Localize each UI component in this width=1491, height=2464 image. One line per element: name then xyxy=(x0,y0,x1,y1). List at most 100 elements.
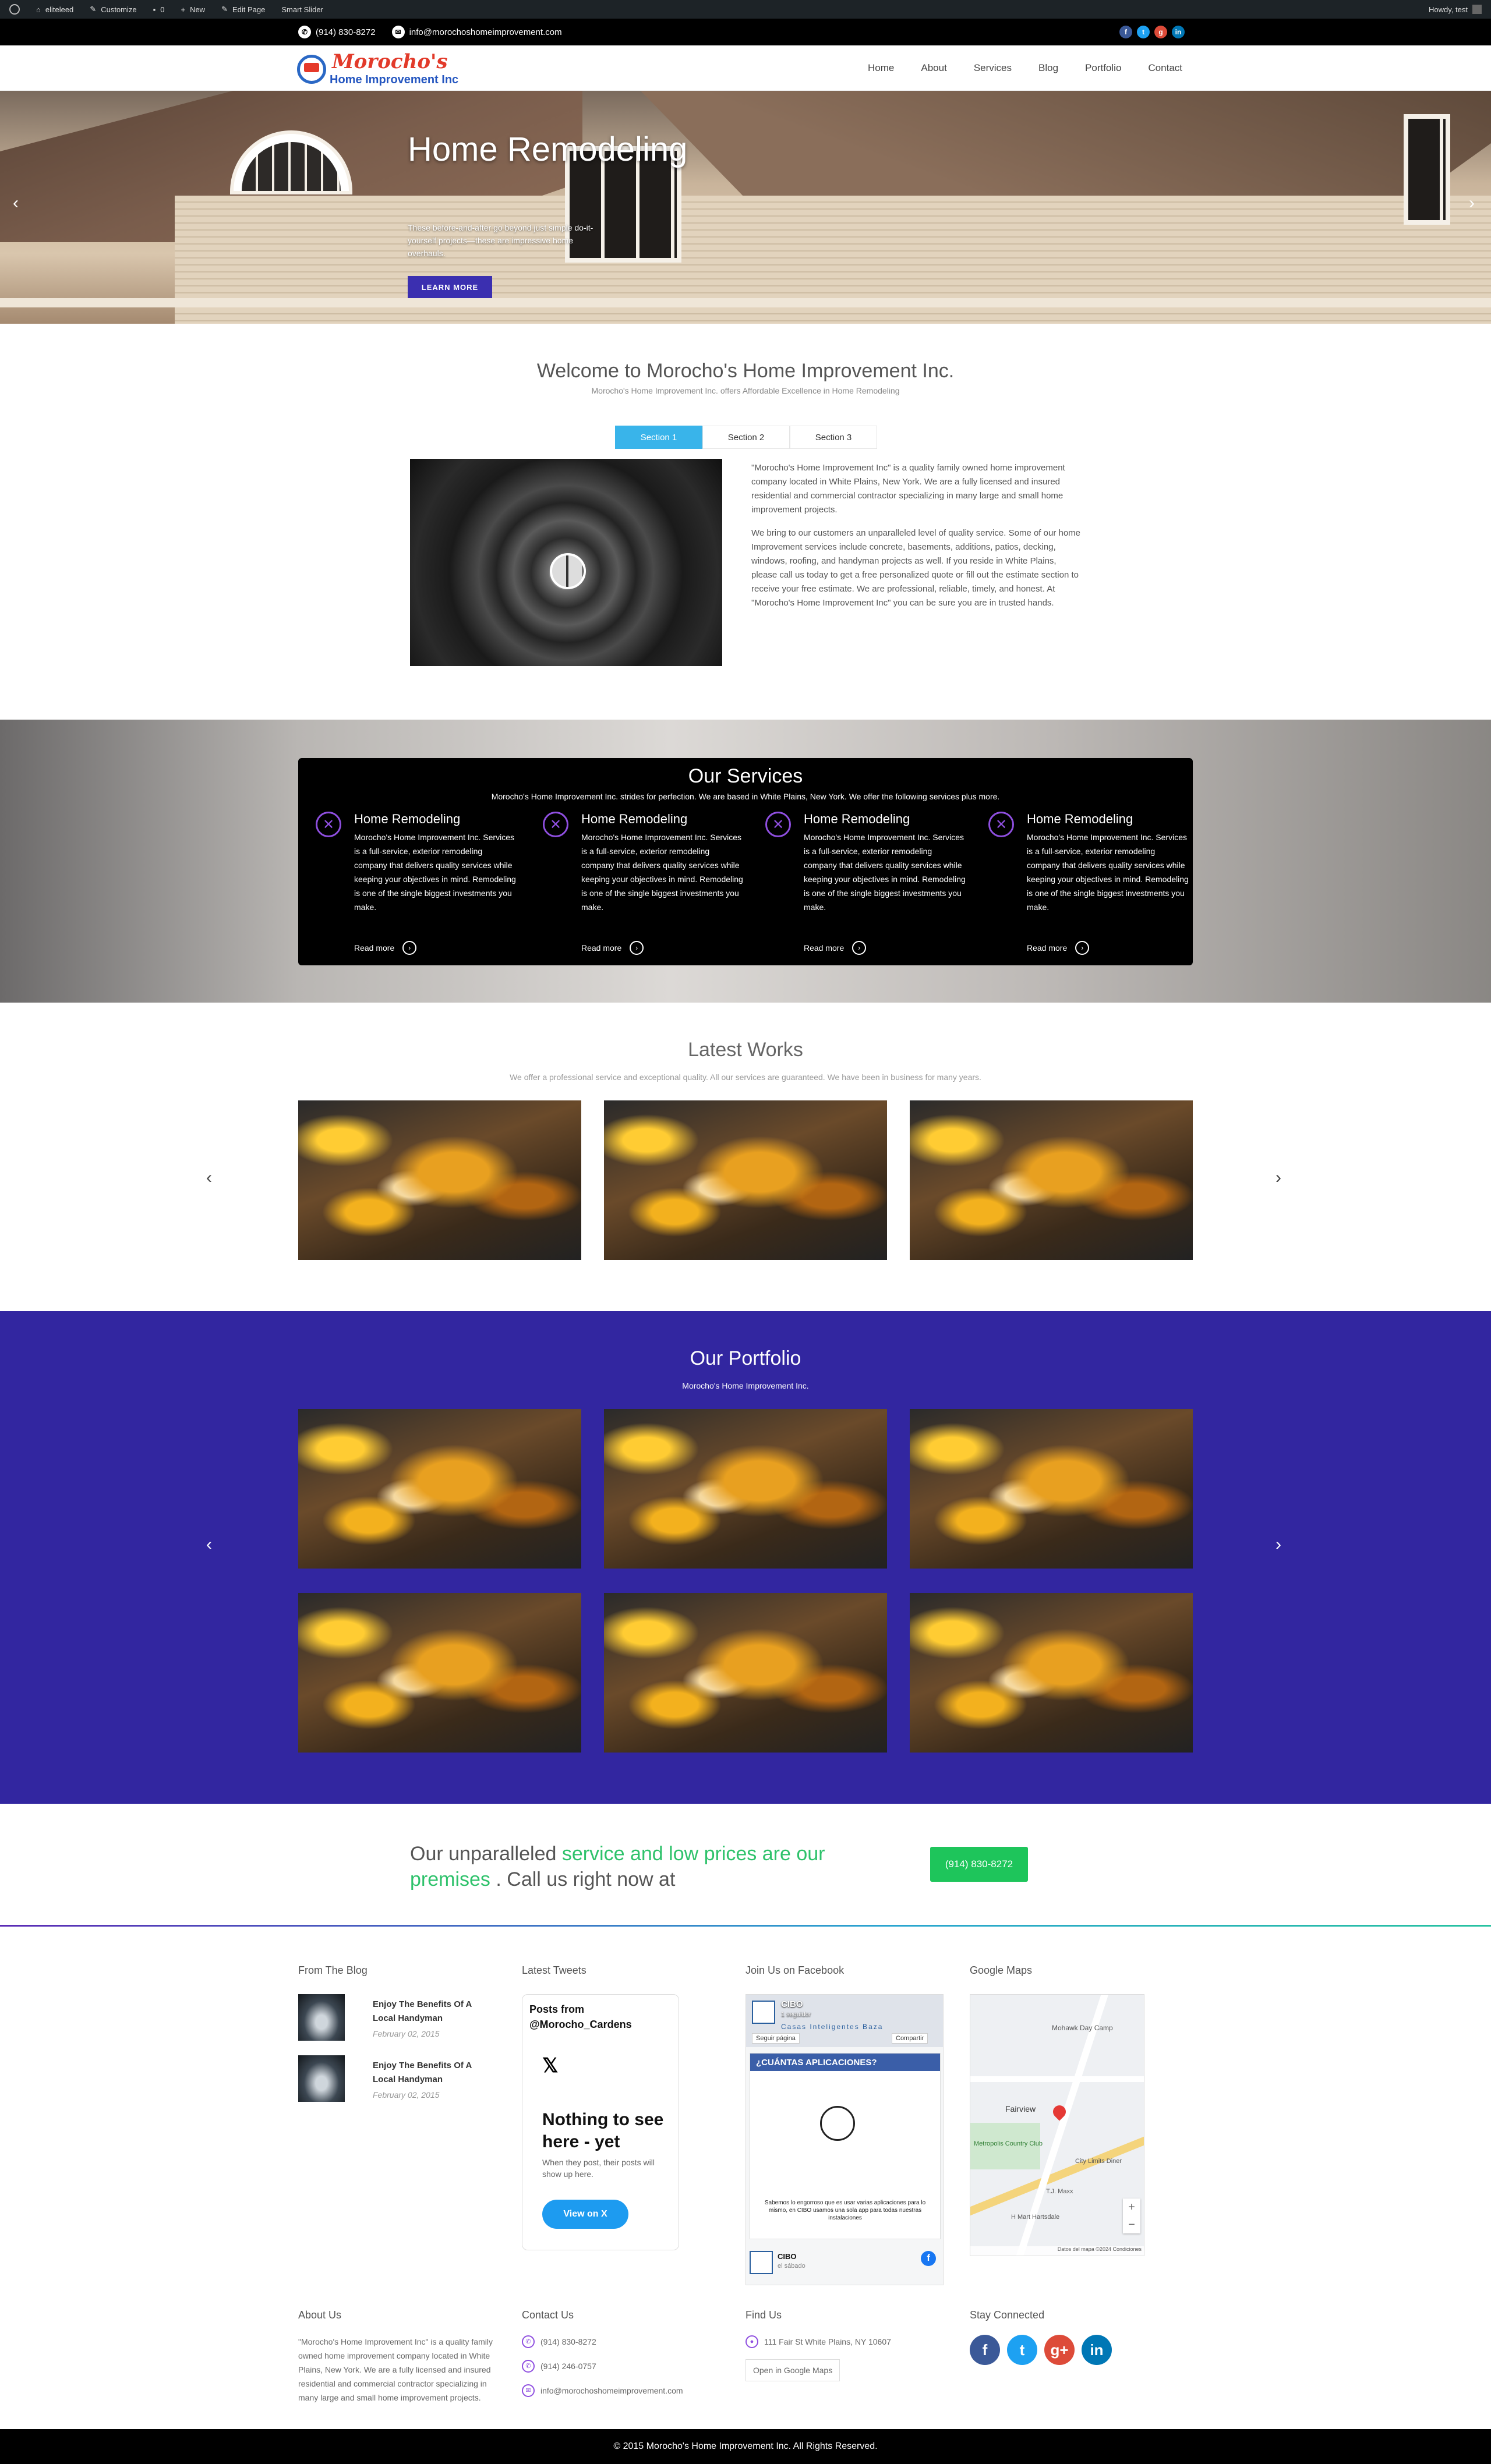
read-more-link[interactable]: Read more › xyxy=(581,941,644,955)
facebook-widget: CIBO 1 seguidor Casas Inteligentes Baza … xyxy=(746,1994,944,2285)
site-logo[interactable]: Morocho's Home Improvement Inc xyxy=(297,50,458,86)
google-map[interactable]: Mohawk Day Camp Fairview Metropolis Coun… xyxy=(970,1994,1144,2256)
map-zoom-control[interactable]: + − xyxy=(1123,2199,1140,2233)
admin-new-link[interactable]: + New xyxy=(181,5,205,14)
call-phone-button[interactable]: (914) 830-8272 xyxy=(930,1847,1028,1882)
facebook-icon[interactable]: f xyxy=(970,2335,1000,2365)
top-contact-bar: ✆ (914) 830-8272 ✉ info@morochoshomeimprov… xyxy=(0,19,1491,45)
fb-cover: CIBO 1 seguidor Casas Inteligentes Baza … xyxy=(746,1995,943,2047)
staircase-image xyxy=(410,459,722,666)
google-plus-icon[interactable]: g xyxy=(1154,26,1167,38)
read-more-link[interactable]: Read more › xyxy=(1027,941,1090,955)
map-road xyxy=(970,2076,1144,2082)
about-text: "Morocho's Home Improvement Inc" is a qu… xyxy=(298,2337,493,2402)
portfolio-image[interactable] xyxy=(910,1409,1193,1569)
portfolio-image[interactable] xyxy=(910,1593,1193,1753)
phone-hub-icon xyxy=(820,2106,855,2141)
facebook-heading: Join Us on Facebook xyxy=(746,1964,845,1976)
linkedin-icon[interactable]: in xyxy=(1172,26,1185,38)
admin-site-link[interactable]: ⌂ eliteleed xyxy=(36,5,73,14)
services-title: Our Services xyxy=(688,765,803,787)
top-phone[interactable]: ✆ (914) 830-8272 xyxy=(298,26,376,38)
nav-blog[interactable]: Blog xyxy=(1038,62,1058,74)
section-tabs: Section 1 Section 2 Section 3 xyxy=(615,426,877,449)
admin-comments-link[interactable]: ▪ 0 xyxy=(153,5,165,14)
welcome-title: Welcome to Morocho's Home Improvement In… xyxy=(536,360,955,382)
work-image[interactable] xyxy=(298,1100,581,1260)
contact-phone-1[interactable]: ✆ (914) 830-8272 xyxy=(522,2335,732,2349)
wordpress-icon[interactable] xyxy=(9,4,20,15)
fb-post-image[interactable]: ¿CUÁNTAS APLICACIONES? Sabemos lo engorr… xyxy=(750,2053,941,2239)
blog-post-item[interactable]: Enjoy The Benefits Of A Local Handyman F… xyxy=(298,1994,520,2041)
logo-badge-icon xyxy=(297,55,326,84)
nav-about[interactable]: About xyxy=(921,62,946,74)
contact-email[interactable]: ✉ info@morochoshomeimprovement.com xyxy=(522,2384,732,2398)
facebook-icon[interactable]: f xyxy=(1119,26,1132,38)
tab-section-2[interactable]: Section 2 xyxy=(702,426,790,449)
twitter-icon[interactable]: t xyxy=(1007,2335,1037,2365)
carousel-prev-icon[interactable]: ‹ xyxy=(206,1168,212,1188)
admin-customize-link[interactable]: ✎ Customize xyxy=(90,5,136,14)
carousel-prev-icon[interactable]: ‹ xyxy=(206,1535,212,1555)
arrow-right-icon: › xyxy=(630,941,644,955)
nav-home[interactable]: Home xyxy=(868,62,894,74)
nav-portfolio[interactable]: Portfolio xyxy=(1085,62,1121,74)
home-icon: ⌂ xyxy=(36,5,41,14)
work-image[interactable] xyxy=(604,1100,887,1260)
services-subtitle: Morocho's Home Improvement Inc. strides … xyxy=(491,792,1000,801)
services-section: Our Services Morocho's Home Improvement … xyxy=(0,720,1491,1003)
tools-icon: ✕ xyxy=(765,812,791,837)
pencil-icon: ✎ xyxy=(221,5,228,13)
fb-follow-button[interactable]: Seguir página xyxy=(752,2033,800,2044)
works-subtitle: We offer a professional service and exce… xyxy=(510,1072,981,1082)
location-pin-icon: ● xyxy=(746,2335,758,2348)
blog-thumbnail xyxy=(298,2055,345,2102)
portfolio-image[interactable] xyxy=(604,1409,887,1569)
google-plus-icon[interactable]: g+ xyxy=(1044,2335,1075,2365)
arrow-right-icon: › xyxy=(402,941,417,955)
hero-slider: Home Remodeling These before-and-after g… xyxy=(0,91,1491,324)
admin-howdy-link[interactable]: Howdy, test xyxy=(1429,5,1482,14)
comment-icon: ▪ xyxy=(153,5,156,14)
read-more-link[interactable]: Read more › xyxy=(354,941,417,955)
cibo-logo-icon xyxy=(752,2001,775,2024)
fb-share-button[interactable]: Compartir xyxy=(892,2033,928,2044)
about-heading: About Us xyxy=(298,2309,342,2321)
learn-more-button[interactable]: LEARN MORE xyxy=(408,276,492,298)
carousel-next-icon[interactable]: › xyxy=(1276,1168,1281,1188)
open-in-google-maps-button[interactable]: Open in Google Maps xyxy=(746,2359,840,2381)
admin-edit-page-link[interactable]: ✎ Edit Page xyxy=(221,5,265,14)
avatar xyxy=(1472,5,1482,14)
portfolio-image[interactable] xyxy=(298,1593,581,1753)
twitter-icon[interactable]: t xyxy=(1137,26,1150,38)
tab-section-1[interactable]: Section 1 xyxy=(615,426,702,449)
footer-social-icons: f t g+ in xyxy=(970,2335,1112,2365)
contact-phone-2[interactable]: ✆ (914) 246-0757 xyxy=(522,2359,732,2373)
contact-heading: Contact Us xyxy=(522,2309,574,2321)
linkedin-icon[interactable]: in xyxy=(1082,2335,1112,2365)
admin-smart-slider-link[interactable]: Smart Slider xyxy=(281,5,323,14)
portfolio-image[interactable] xyxy=(604,1593,887,1753)
cibo-avatar-icon xyxy=(750,2251,773,2274)
facebook-icon[interactable]: f xyxy=(921,2251,936,2266)
view-on-x-button[interactable]: View on X xyxy=(542,2200,628,2229)
blog-post-item[interactable]: Enjoy The Benefits Of A Local Handyman F… xyxy=(298,2055,520,2102)
slider-next-icon[interactable]: › xyxy=(1469,193,1475,213)
tab-section-3[interactable]: Section 3 xyxy=(790,426,877,449)
top-email[interactable]: ✉ info@morochoshomeimprovement.com xyxy=(391,26,562,38)
nav-services[interactable]: Services xyxy=(974,62,1012,74)
slider-prev-icon[interactable]: ‹ xyxy=(13,193,19,213)
latest-works-section: Latest Works We offer a professional ser… xyxy=(0,1003,1491,1311)
carousel-next-icon[interactable]: › xyxy=(1276,1535,1281,1555)
portfolio-section: Our Portfolio Morocho's Home Improvement… xyxy=(0,1311,1491,1804)
work-image[interactable] xyxy=(910,1100,1193,1260)
tools-icon: ✕ xyxy=(316,812,341,837)
read-more-link[interactable]: Read more › xyxy=(804,941,867,955)
phone-icon: ✆ xyxy=(522,2360,535,2373)
portfolio-image[interactable] xyxy=(298,1409,581,1569)
call-to-action: Our unparalleled service and low prices … xyxy=(0,1804,1491,1926)
copyright-bar: © 2015 Morocho's Home Improvement Inc. A… xyxy=(0,2429,1491,2464)
nav-contact[interactable]: Contact xyxy=(1148,62,1182,74)
email-icon: ✉ xyxy=(391,26,405,38)
email-icon: ✉ xyxy=(522,2384,535,2397)
